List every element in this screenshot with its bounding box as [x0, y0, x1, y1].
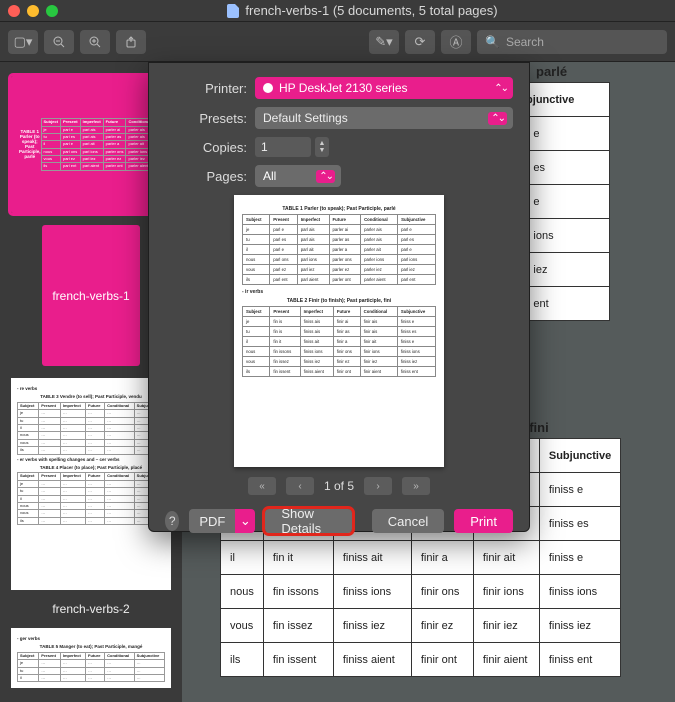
c: nous [221, 575, 264, 609]
c: finiss ait [333, 541, 411, 575]
print-preview-page: TABLE 1 Parler (to speak); Past Particip… [234, 195, 444, 467]
copies-input[interactable]: 1 [255, 137, 311, 157]
c: finir ons [411, 575, 473, 609]
pages-label: Pages: [165, 169, 247, 184]
printer-label: Printer: [165, 81, 247, 96]
document-icon [227, 4, 239, 18]
zoom-window-button[interactable] [46, 5, 58, 17]
next-page-button[interactable]: › [364, 477, 392, 495]
chevron-updown-icon: ⌃⌄ [488, 112, 507, 125]
prev-page-button[interactable]: ‹ [286, 477, 314, 495]
zoom-in-button[interactable] [80, 30, 110, 54]
last-page-button[interactable]: » [402, 477, 430, 495]
printer-value: HP DeskJet 2130 series [279, 81, 408, 95]
c: finiss e [539, 473, 620, 507]
c: finir ont [411, 643, 473, 677]
c: finiss e [539, 541, 620, 575]
c: finiss iez [333, 609, 411, 643]
highlight-button[interactable]: ✎▾ [369, 30, 399, 54]
c: finir ions [473, 575, 539, 609]
window-title-text: french-verbs-1 (5 documents, 5 total pag… [245, 3, 497, 18]
pdf-menu-button[interactable]: PDF ⌄ [189, 509, 255, 533]
show-details-button[interactable]: Show Details [265, 509, 351, 533]
print-button[interactable]: Print [454, 509, 513, 533]
copies-label: Copies: [165, 140, 247, 155]
c: finiss aient [333, 643, 411, 677]
minimize-window-button[interactable] [27, 5, 39, 17]
rotate-button[interactable]: ⟳ [405, 30, 435, 54]
search-placeholder: Search [506, 35, 544, 49]
window-title: french-verbs-1 (5 documents, 5 total pag… [58, 3, 667, 18]
c: fin issez [263, 609, 333, 643]
c: finir ait [473, 541, 539, 575]
copies-value: 1 [261, 140, 268, 154]
cancel-label: Cancel [388, 514, 428, 529]
print-label: Print [470, 514, 497, 529]
first-page-button[interactable]: « [248, 477, 276, 495]
thumbnail-1[interactable]: TABLE 1 Parler (to speak); Past Particip… [11, 76, 171, 213]
thumbnail-2-label: french-verbs-2 [52, 602, 129, 616]
pages-value: All [263, 169, 276, 183]
window-controls [8, 5, 58, 17]
show-details-label: Show Details [281, 506, 335, 536]
c: finir ez [411, 609, 473, 643]
c: finir aient [473, 643, 539, 677]
printer-status-icon [263, 83, 273, 93]
search-icon: 🔍 [485, 35, 500, 49]
chevron-updown-icon: ⌃⌄ [316, 170, 335, 183]
markup-button[interactable]: Ⓐ [441, 30, 471, 54]
c: ils [221, 643, 264, 677]
print-dialog: Printer: HP DeskJet 2130 series ⌃⌄ Prese… [148, 62, 530, 532]
zoom-out-button[interactable] [44, 30, 74, 54]
help-button[interactable]: ? [165, 511, 179, 531]
c: fin it [263, 541, 333, 575]
pdf-dropdown-icon[interactable]: ⌄ [235, 509, 255, 533]
share-button[interactable] [116, 30, 146, 54]
c: finir iez [473, 609, 539, 643]
c: il [221, 541, 264, 575]
presets-select[interactable]: Default Settings ⌃⌄ [255, 107, 513, 129]
chevron-updown-icon: ⌃⌄ [494, 83, 507, 94]
titlebar: french-verbs-1 (5 documents, 5 total pag… [0, 0, 675, 22]
presets-value: Default Settings [263, 111, 348, 125]
presets-label: Presets: [165, 111, 247, 126]
c: finiss ent [539, 643, 620, 677]
c: finiss es [539, 507, 620, 541]
chevron-up-icon: ▲ [319, 140, 326, 147]
c: finiss iez [539, 609, 620, 643]
h: Subjunctive [539, 439, 620, 473]
preview-pager: « ‹ 1 of 5 › » [248, 477, 430, 495]
toolbar: ▢▾ ✎▾ ⟳ Ⓐ 🔍 Search [0, 22, 675, 62]
doc-heading-1: parlé [536, 64, 567, 79]
pdf-label: PDF [199, 514, 225, 529]
chevron-down-icon: ▼ [319, 147, 326, 154]
search-field[interactable]: 🔍 Search [477, 30, 667, 54]
cancel-button[interactable]: Cancel [372, 509, 444, 533]
c: finir a [411, 541, 473, 575]
c: fin issent [263, 643, 333, 677]
page-indicator: 1 of 5 [324, 479, 354, 493]
view-mode-button[interactable]: ▢▾ [8, 30, 38, 54]
close-window-button[interactable] [8, 5, 20, 17]
pages-select[interactable]: All ⌃⌄ [255, 165, 341, 187]
c: vous [221, 609, 264, 643]
c: finiss ions [539, 575, 620, 609]
thumbnail-3[interactable]: - ger verbsTABLE 5 Manger (to eat); Past… [11, 628, 171, 688]
thumbnail-1-label: french-verbs-1 [42, 225, 139, 366]
printer-select[interactable]: HP DeskJet 2130 series ⌃⌄ [255, 77, 513, 99]
c: finiss ions [333, 575, 411, 609]
c: fin issons [263, 575, 333, 609]
thumbnail-2[interactable]: - re verbsTABLE 3 Vendre (to sell); Past… [11, 378, 171, 590]
copies-stepper[interactable]: ▲▼ [315, 137, 329, 157]
